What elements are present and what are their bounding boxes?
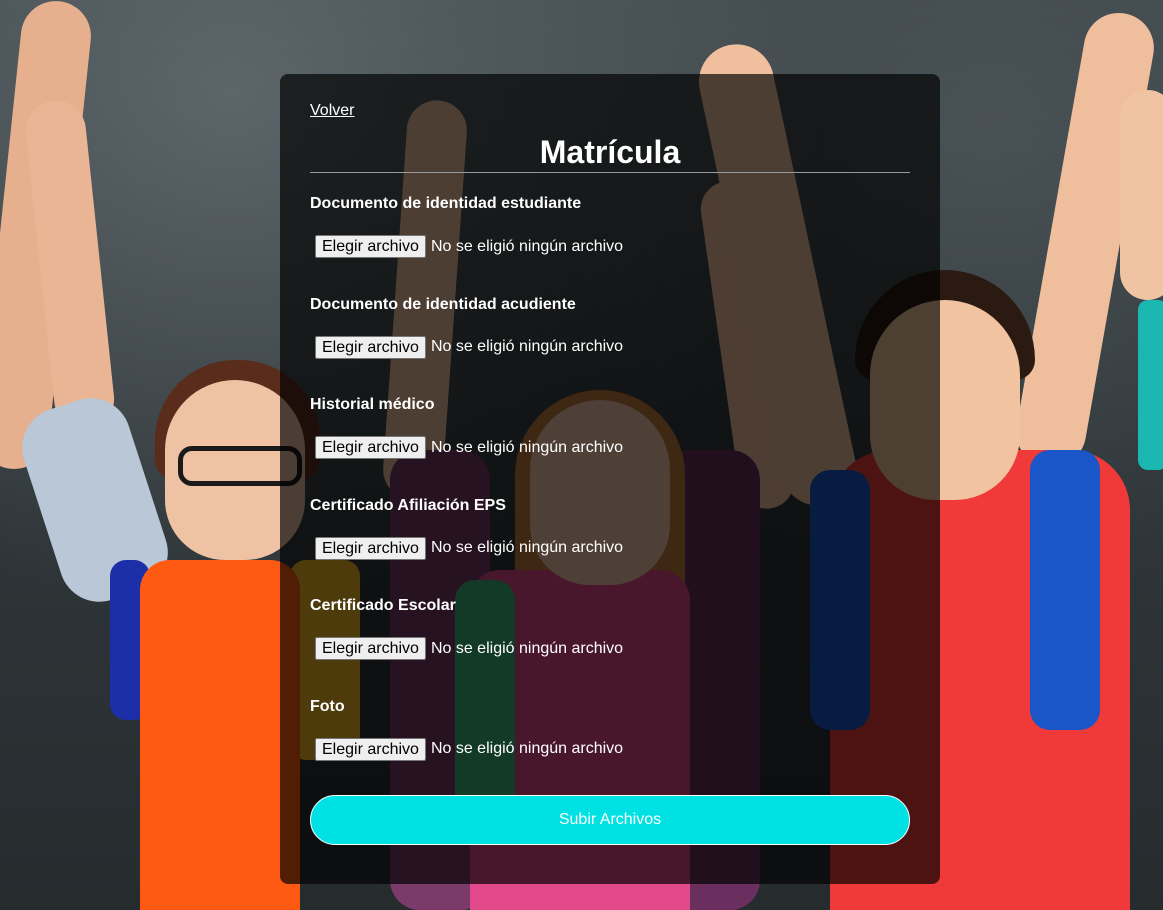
field-label: Certificado Afiliación EPS xyxy=(310,496,506,514)
enrollment-form-panel: Volver Matrícula Documento de identidad … xyxy=(280,74,940,884)
background-shirt xyxy=(1138,300,1163,470)
field-label: Foto xyxy=(310,697,345,715)
file-input[interactable]: Elegir archivo No se eligió ningún archi… xyxy=(315,536,624,560)
upload-field-guardian-id: Documento de identidad acudiente Elegir … xyxy=(310,274,910,375)
page-title: Matrícula xyxy=(310,134,910,173)
file-status: No se eligió ningún archivo xyxy=(430,639,624,657)
background-shirt xyxy=(140,560,300,910)
field-label: Historial médico xyxy=(310,396,435,413)
choose-file-button[interactable]: Elegir archivo xyxy=(315,335,426,359)
choose-file-button[interactable]: Elegir archivo xyxy=(315,235,426,258)
choose-file-button[interactable]: Elegir archivo xyxy=(315,637,426,660)
file-status: No se eligió ningún archivo xyxy=(430,237,624,255)
upload-field-medical-history: Historial médico Elegir archivo No se el… xyxy=(310,374,910,475)
file-status: No se eligió ningún archivo xyxy=(430,740,624,757)
upload-files-button[interactable]: Subir Archivos xyxy=(310,795,910,845)
choose-file-button[interactable]: Elegir archivo xyxy=(315,737,426,761)
file-input[interactable]: Elegir archivo No se eligió ningún archi… xyxy=(315,637,623,660)
upload-field-student-id: Documento de identidad estudiante Elegir… xyxy=(310,173,910,274)
file-input[interactable]: Elegir archivo No se eligió ningún archi… xyxy=(315,737,624,761)
file-input[interactable]: Elegir archivo No se eligió ningún archi… xyxy=(315,436,623,459)
file-status: No se eligió ningún archivo xyxy=(430,338,624,355)
background-arm xyxy=(1120,90,1163,300)
upload-field-photo: Foto Elegir archivo No se eligió ningún … xyxy=(310,676,910,777)
field-label: Certificado Escolar xyxy=(310,597,456,614)
choose-file-button[interactable]: Elegir archivo xyxy=(315,436,426,459)
file-input[interactable]: Elegir archivo No se eligió ningún archi… xyxy=(315,235,623,258)
field-label: Documento de identidad acudiente xyxy=(310,295,576,313)
file-status: No se eligió ningún archivo xyxy=(430,539,624,556)
file-input[interactable]: Elegir archivo No se eligió ningún archi… xyxy=(315,335,624,359)
field-label: Documento de identidad estudiante xyxy=(310,195,582,212)
upload-field-eps-certificate: Certificado Afiliación EPS Elegir archiv… xyxy=(310,475,910,576)
file-status: No se eligió ningún archivo xyxy=(430,438,624,456)
back-link[interactable]: Volver xyxy=(310,102,354,120)
upload-field-school-certificate: Certificado Escolar Elegir archivo No se… xyxy=(310,575,910,676)
choose-file-button[interactable]: Elegir archivo xyxy=(315,536,426,560)
background-backpack xyxy=(1030,450,1100,730)
